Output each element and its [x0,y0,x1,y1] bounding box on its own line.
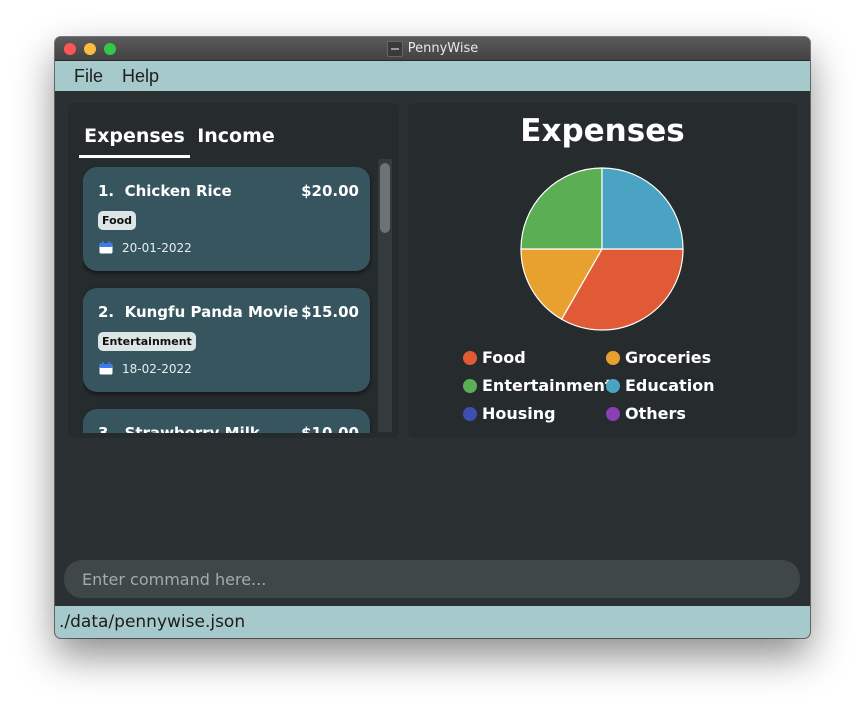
calendar-icon [99,362,113,375]
chart-panel: Expenses Food Groceries Entertainment Ed… [408,103,797,438]
legend-dot [463,406,477,421]
command-box[interactable] [64,560,800,598]
expense-index: 3. [98,424,115,433]
legend-item-groceries: Groceries [606,348,711,367]
menu-bar: File Help [55,61,810,91]
expense-name: Kungfu Panda Movie [124,303,299,321]
data-file-path: ./data/pennywise.json [59,612,246,632]
status-bar: ./data/pennywise.json [55,606,810,638]
expense-amount: $10.00 [301,424,359,433]
title-bar: PennyWise [55,37,810,61]
expense-name: Strawberry Milk [124,424,260,433]
expense-card[interactable]: 2. Kungfu Panda Movie $15.00 Entertainme… [83,288,370,392]
category-tag: Entertainment [98,332,196,351]
legend-label: Groceries [625,348,712,367]
expense-title: 3. Strawberry Milk [98,424,260,433]
window-title: PennyWise [407,41,479,56]
legend-item-others: Others [606,404,686,423]
legend-label: Housing [482,404,556,423]
expense-index: 1. [98,182,115,200]
legend-item-entertainment: Entertainment [463,376,613,395]
calendar-icon [99,241,113,254]
app-icon [386,40,403,57]
scrollbar-thumb[interactable] [380,163,390,233]
expense-amount: $20.00 [301,182,359,200]
command-input[interactable] [80,566,784,592]
menu-file[interactable]: File [74,66,103,87]
expense-index: 2. [98,303,115,321]
app-window: PennyWise File Help Expenses Income 1. C… [55,37,810,638]
pie-slice-entertainment [520,167,603,250]
category-tag: Food [98,211,137,230]
legend-dot [463,378,477,393]
expense-title: 2. Kungfu Panda Movie [98,303,298,321]
legend-label: Food [482,348,526,367]
expense-amount: $15.00 [301,303,359,321]
expense-card[interactable]: 3. Strawberry Milk $10.00 [83,409,370,433]
legend-label: Others [625,404,686,423]
title-wrap: PennyWise [55,37,810,60]
expense-date: 18-02-2022 [122,362,192,376]
expense-list[interactable]: 1. Chicken Rice $20.00 Food 20-01-2022 2… [83,167,375,433]
pie-slice-education [601,167,684,250]
expense-name: Chicken Rice [124,182,232,200]
list-scrollbar[interactable] [378,159,392,432]
legend-dot [606,406,620,421]
expense-card[interactable]: 1. Chicken Rice $20.00 Food 20-01-2022 [83,167,370,271]
expense-title: 1. Chicken Rice [98,182,232,200]
menu-help[interactable]: Help [122,66,159,87]
chart-title: Expenses [520,113,685,149]
legend-label: Education [625,376,715,395]
legend-dot [463,350,477,365]
tab-expenses[interactable]: Expenses [79,123,190,158]
transactions-panel: Expenses Income 1. Chicken Rice $20.00 F… [68,103,399,438]
legend-dot [606,350,620,365]
legend-item-education: Education [606,376,715,395]
legend-item-housing: Housing [463,404,556,423]
legend-label: Entertainment [482,376,613,395]
legend-dot [606,378,620,393]
expense-date: 20-01-2022 [122,241,192,255]
expense-pie-chart [520,167,684,331]
tab-income[interactable]: Income [194,123,278,155]
legend-item-food: Food [463,348,526,367]
